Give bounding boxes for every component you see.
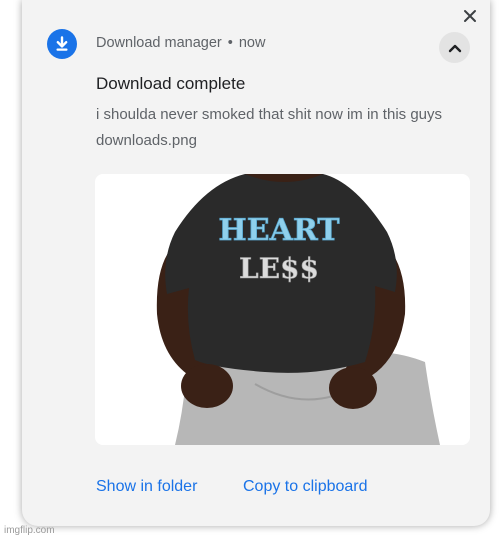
- notification-title: Download complete: [96, 74, 246, 93]
- preview-left-fist: [181, 364, 233, 408]
- image-preview: HEART LE$$: [95, 174, 470, 445]
- copy-to-clipboard-button[interactable]: Copy to clipboard: [243, 478, 368, 496]
- close-button[interactable]: [460, 6, 480, 26]
- show-in-folder-button[interactable]: Show in folder: [96, 478, 197, 496]
- preview-right-fist: [329, 367, 377, 409]
- close-icon: [464, 10, 476, 22]
- preview-illustration: HEART LE$$: [156, 174, 440, 445]
- notification-message: i shoulda never smoked that shit now im …: [96, 106, 443, 123]
- collapse-button[interactable]: [439, 32, 470, 63]
- app-name: Download manager: [96, 35, 222, 51]
- watermark: imgflip.com: [4, 525, 55, 536]
- notification-header: Download manager • now: [96, 35, 265, 51]
- file-name: downloads.png: [96, 132, 197, 149]
- notification-time: now: [238, 35, 266, 51]
- shirt-text-line1: HEART: [218, 213, 340, 248]
- download-icon: [56, 36, 68, 51]
- chevron-up-icon: [448, 44, 461, 52]
- app-icon: [47, 29, 77, 59]
- shirt-text-line2: LE$$: [239, 252, 319, 285]
- header-separator: •: [227, 35, 233, 51]
